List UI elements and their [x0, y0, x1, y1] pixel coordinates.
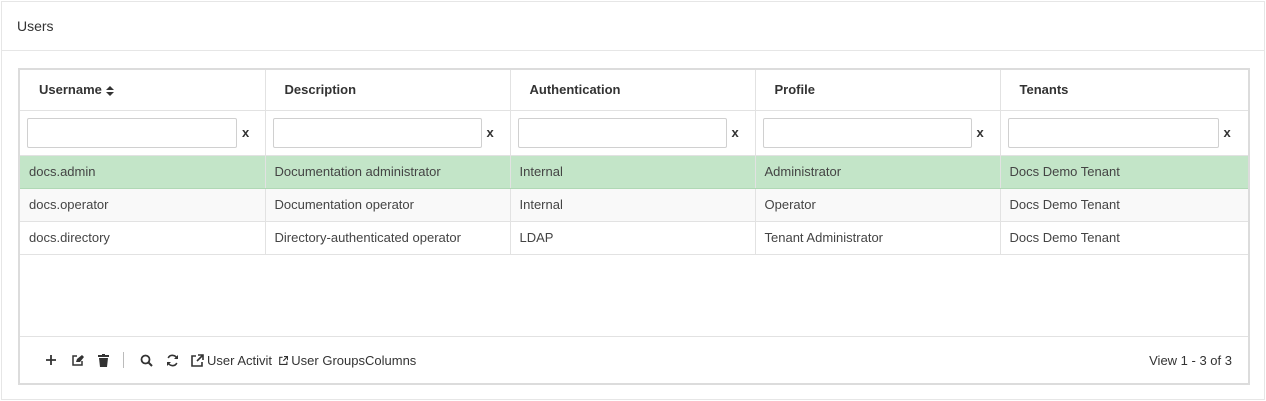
column-header-username[interactable]: Username [20, 70, 266, 111]
description-filter-input[interactable] [272, 117, 482, 148]
panel-title: Users [17, 18, 54, 34]
search-icon [140, 354, 153, 367]
clear-description-filter-button[interactable]: x [487, 125, 494, 140]
table-row[interactable]: docs.directory Directory-authenticated o… [20, 221, 1248, 255]
filter-cell-description: x [265, 110, 511, 156]
edit-user-button[interactable] [64, 347, 90, 373]
column-header-label: Tenants [1019, 82, 1069, 98]
column-header-label: Username [39, 82, 102, 98]
cell-profile: Tenant Administrator [755, 221, 1001, 255]
delete-user-button[interactable] [90, 347, 116, 373]
users-grid: Username Description Authentication Prof… [18, 68, 1250, 385]
plus-icon [46, 355, 56, 365]
sort-ascending-icon[interactable] [105, 85, 114, 97]
cell-authentication: Internal [510, 188, 756, 222]
column-header-authentication[interactable]: Authentication [510, 70, 756, 111]
columns-button[interactable]: Columns [365, 353, 416, 368]
cell-profile: Administrator [755, 154, 1001, 189]
filter-cell-username: x [20, 110, 266, 156]
column-header-label: Description [284, 82, 357, 98]
profile-filter-input[interactable] [762, 117, 972, 148]
table-row[interactable]: docs.admin Documentation administrator I… [20, 154, 1248, 189]
edit-icon [71, 354, 84, 366]
pager-info: View 1 - 3 of 3 [1149, 352, 1232, 368]
column-header-profile[interactable]: Profile [755, 70, 1001, 111]
columns-label: Columns [365, 352, 417, 368]
user-groups-link[interactable]: User Groups [279, 353, 365, 368]
cell-tenants: Docs Demo Tenant [1000, 221, 1248, 255]
filter-row: x x x x x [20, 110, 1248, 156]
users-panel: Users Username Description Authenticatio… [1, 1, 1265, 400]
clear-profile-filter-button[interactable]: x [977, 125, 984, 140]
trash-icon [97, 353, 109, 367]
header-row: Username Description Authentication Prof… [20, 70, 1248, 111]
tenants-filter-input[interactable] [1007, 117, 1219, 148]
add-user-button[interactable] [38, 347, 64, 373]
user-groups-label: User Groups [291, 352, 365, 368]
filter-cell-authentication: x [510, 110, 756, 156]
cell-username: docs.operator [20, 188, 266, 222]
authentication-filter-input[interactable] [517, 117, 727, 148]
toolbar-divider [123, 352, 124, 368]
cell-username: docs.admin [20, 154, 266, 189]
external-link-icon [191, 353, 204, 367]
filter-cell-profile: x [755, 110, 1001, 156]
users-table: Username Description Authentication Prof… [20, 70, 1248, 255]
cell-description: Documentation operator [265, 188, 511, 222]
column-header-tenants[interactable]: Tenants [1000, 70, 1248, 111]
refresh-icon [166, 354, 178, 366]
cell-username: docs.directory [20, 221, 266, 255]
table-row[interactable]: docs.operator Documentation operator Int… [20, 188, 1248, 222]
grid-footer-toolbar: User Activit User Groups Columns View 1 … [20, 336, 1248, 383]
cell-tenants: Docs Demo Tenant [1000, 188, 1248, 222]
clear-username-filter-button[interactable]: x [242, 125, 249, 140]
cell-profile: Operator [755, 188, 1001, 222]
search-button[interactable] [133, 347, 159, 373]
refresh-button[interactable] [159, 347, 185, 373]
column-header-label: Profile [774, 82, 815, 98]
cell-authentication: LDAP [510, 221, 756, 255]
user-activity-link[interactable]: User Activit [191, 353, 275, 368]
filter-cell-tenants: x [1000, 110, 1248, 156]
cell-description: Directory-authenticated operator [265, 221, 511, 255]
cell-tenants: Docs Demo Tenant [1000, 154, 1248, 189]
column-header-description[interactable]: Description [265, 70, 511, 111]
cell-description: Documentation administrator [265, 154, 511, 189]
username-filter-input[interactable] [27, 117, 237, 148]
panel-header: Users [2, 2, 1264, 51]
user-activity-label: User Activit [207, 352, 273, 368]
clear-authentication-filter-button[interactable]: x [732, 125, 739, 140]
cell-authentication: Internal [510, 154, 756, 189]
column-header-label: Authentication [529, 82, 621, 98]
clear-tenants-filter-button[interactable]: x [1224, 125, 1231, 140]
external-link-icon [279, 355, 289, 365]
